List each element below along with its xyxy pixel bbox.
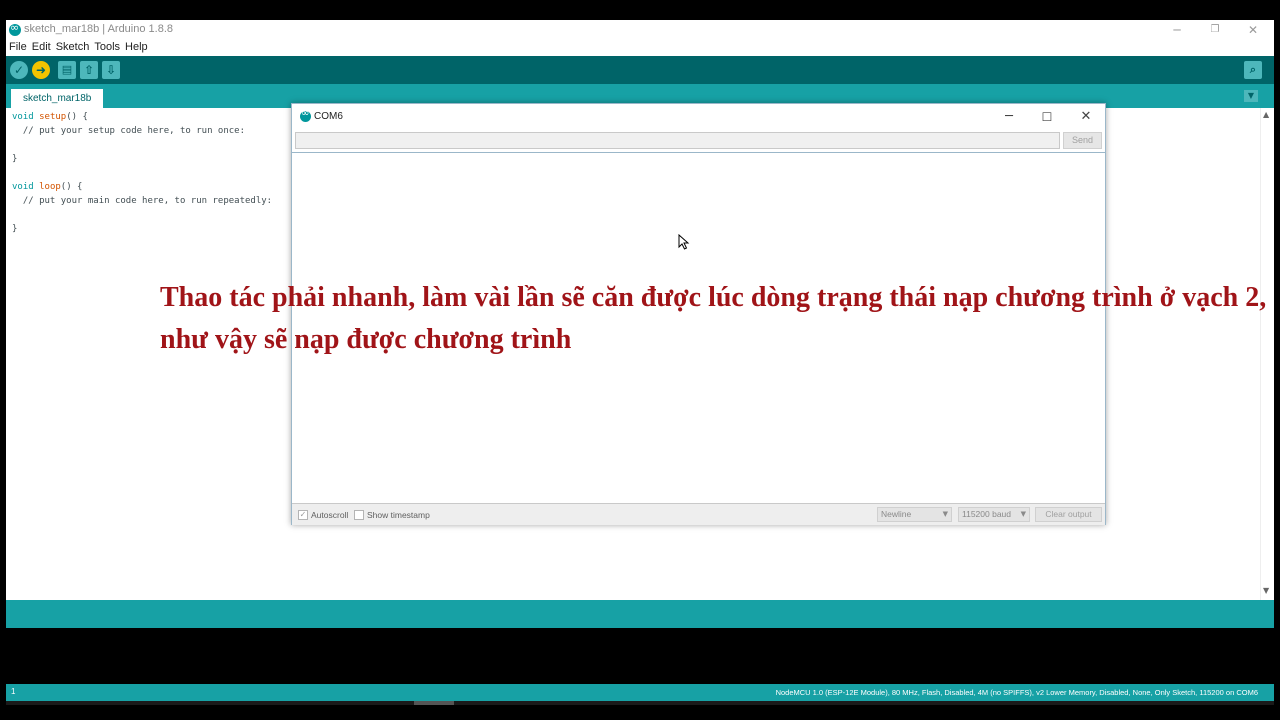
title-bar: sketch_mar18b | Arduino 1.8.8 ─ ❐ ✕ — [6, 20, 1274, 40]
caption-line-2: như vậy sẽ nạp được chương trình — [160, 324, 572, 355]
chevron-down-icon: ▼ — [1020, 510, 1026, 518]
code-line: void loop() { — [12, 182, 83, 192]
send-button[interactable]: Send — [1063, 132, 1102, 149]
close-icon[interactable]: ✕ — [1067, 107, 1105, 127]
menu-edit[interactable]: Edit — [32, 40, 51, 54]
tab-sketch[interactable]: sketch_mar18b — [11, 89, 104, 108]
serial-monitor-icon[interactable]: ⌕ — [1244, 61, 1262, 79]
tab-menu-icon[interactable]: ▼ — [1244, 90, 1258, 102]
menu-bar: File Edit Sketch Tools Help — [6, 40, 1274, 56]
menu-sketch[interactable]: Sketch — [56, 40, 90, 54]
verify-icon[interactable]: ✓ — [10, 61, 28, 79]
scrollbar-thumb[interactable] — [414, 701, 454, 705]
caption-line-1: Thao tác phải nhanh, làm vài lần sẽ căn … — [160, 282, 1267, 313]
minimize-icon[interactable]: ─ — [1158, 20, 1196, 40]
window-title: sketch_mar18b | Arduino 1.8.8 — [24, 23, 174, 35]
code-line: // put your setup code here, to run once… — [12, 126, 245, 136]
baud-value: 115200 baud — [962, 509, 1012, 519]
chevron-down-icon: ▼ — [942, 510, 948, 518]
arduino-logo-icon — [300, 108, 311, 122]
minimize-icon[interactable]: ─ — [990, 107, 1028, 127]
save-icon[interactable]: ⇩ — [102, 61, 120, 79]
autoscroll-label: Autoscroll — [311, 510, 349, 520]
status-bar: 1 NodeMCU 1.0 (ESP-12E Module), 80 MHz, … — [6, 684, 1274, 701]
serial-title-bar: COM6 ─ ☐ ✕ — [292, 104, 1105, 130]
open-icon[interactable]: ⇧ — [80, 61, 98, 79]
message-area — [6, 600, 1274, 628]
mouse-cursor-icon — [678, 234, 690, 250]
clear-output-button[interactable]: Clear output — [1035, 507, 1102, 522]
timestamp-label: Show timestamp — [367, 510, 430, 520]
maximize-icon[interactable]: ☐ — [1028, 107, 1066, 127]
new-icon[interactable]: ▤ — [58, 61, 76, 79]
code-line: } — [12, 224, 18, 234]
arduino-logo-icon — [9, 21, 21, 36]
restore-icon[interactable]: ❐ — [1196, 20, 1234, 40]
menu-file[interactable]: File — [9, 40, 27, 54]
editor-scrollbar[interactable]: ▲ ▼ — [1260, 108, 1274, 600]
baud-select[interactable]: 115200 baud ▼ — [958, 507, 1030, 522]
line-number: 1 — [11, 687, 16, 696]
scroll-down-icon[interactable]: ▼ — [1263, 586, 1269, 595]
close-icon[interactable]: ✕ — [1234, 20, 1272, 40]
upload-icon[interactable]: ➜ — [32, 61, 50, 79]
line-ending-select[interactable]: Newline ▼ — [877, 507, 952, 522]
timestamp-checkbox[interactable] — [354, 510, 364, 520]
autoscroll-checkbox[interactable]: ✓ — [298, 510, 308, 520]
menu-tools[interactable]: Tools — [94, 40, 120, 54]
code-line: void setup() { — [12, 112, 88, 122]
line-ending-value: Newline — [881, 509, 912, 519]
code-line: } — [12, 154, 18, 164]
horizontal-scrollbar[interactable] — [6, 701, 1274, 705]
video-caption: Thao tác phải nhanh, làm vài lần sẽ căn … — [160, 277, 1267, 361]
serial-title: COM6 — [314, 111, 343, 122]
board-info: NodeMCU 1.0 (ESP-12E Module), 80 MHz, Fl… — [775, 688, 1258, 697]
toolbar: ✓ ➜ ▤ ⇧ ⇩ ⌕ — [6, 56, 1274, 84]
menu-help[interactable]: Help — [125, 40, 148, 54]
serial-send-input[interactable] — [295, 132, 1060, 149]
serial-options-bar: ✓ Autoscroll Show timestamp Newline ▼ 115… — [292, 504, 1105, 525]
scroll-up-icon[interactable]: ▲ — [1263, 110, 1269, 119]
code-line: // put your main code here, to run repea… — [12, 196, 273, 206]
